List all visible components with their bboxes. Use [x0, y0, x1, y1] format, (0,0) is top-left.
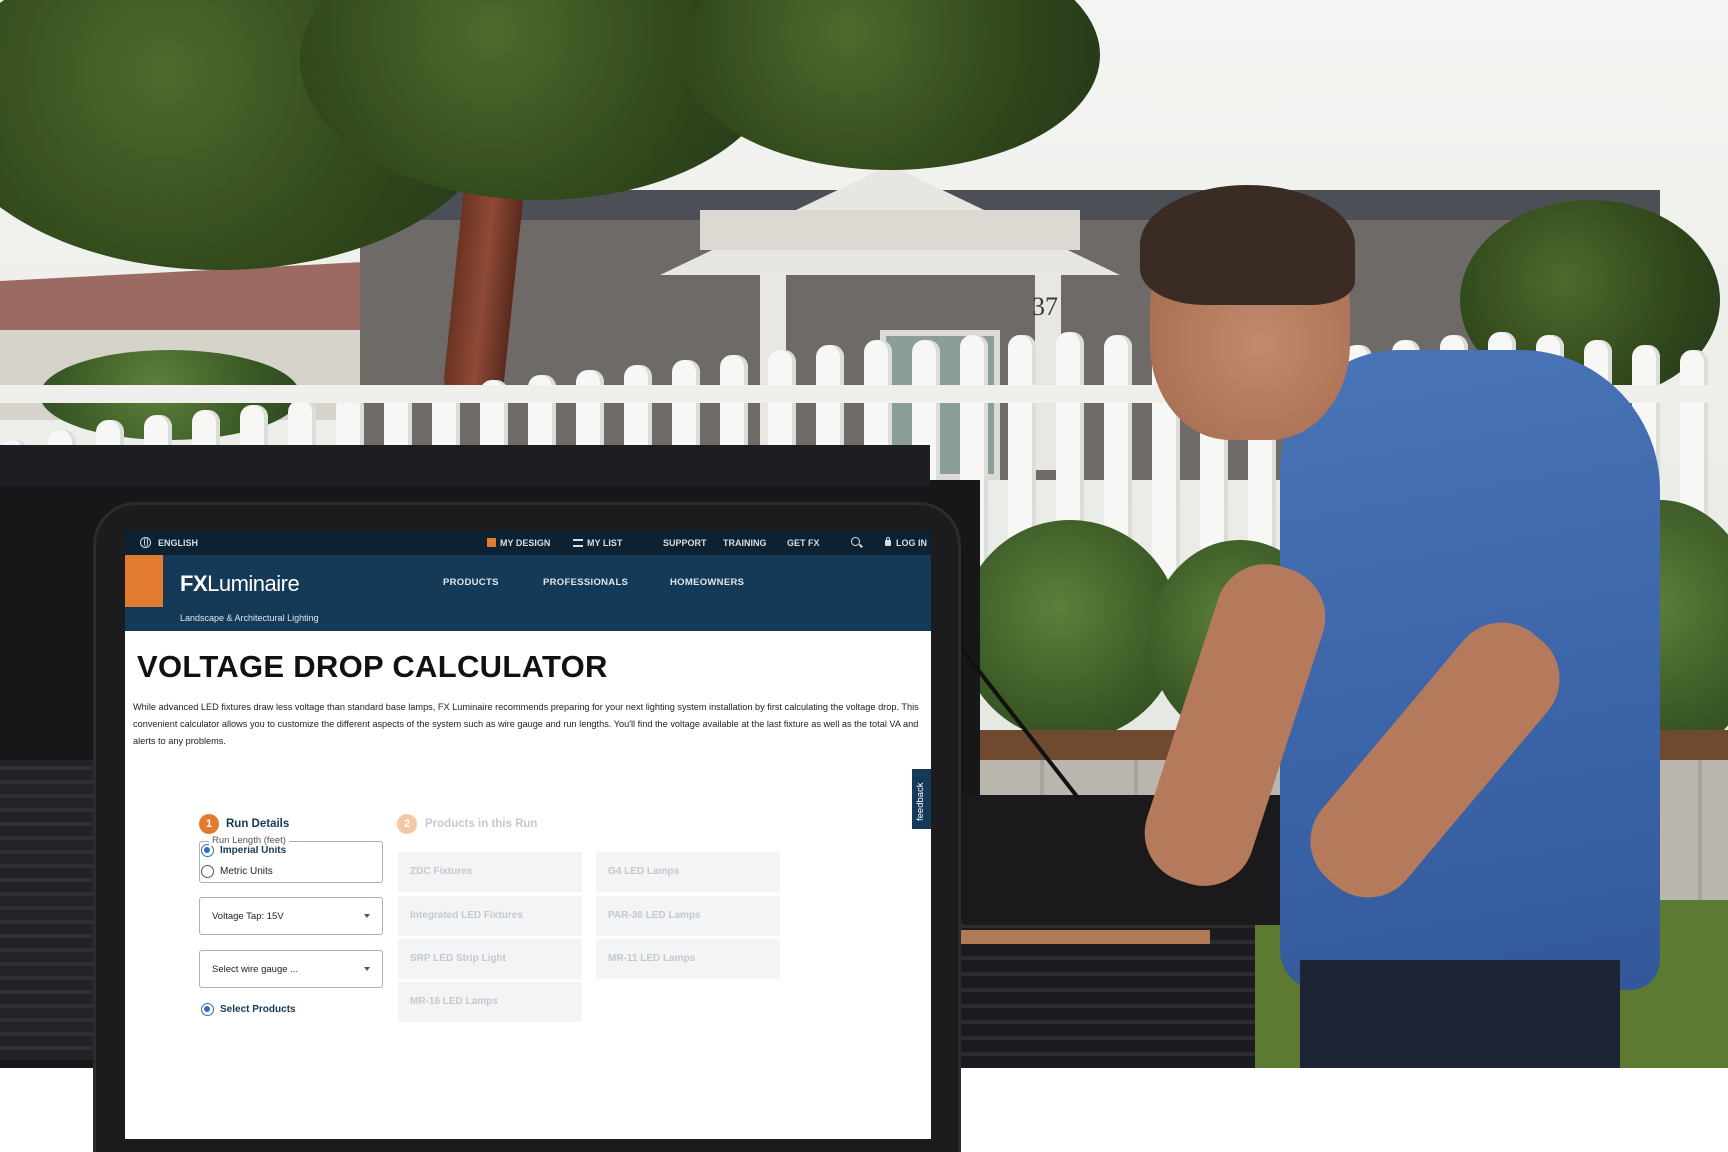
logo[interactable]: FXLuminaire	[180, 571, 300, 597]
products-title: Products in this Run	[425, 818, 538, 830]
tablet-screen: ENGLISH MY DESIGN MY LIST SUPPORT TRAINI…	[125, 531, 931, 1139]
voltage-tap-value: Voltage Tap: 15V	[212, 911, 284, 922]
product-label: ZDC Fixtures	[410, 866, 473, 877]
my-design-link[interactable]: MY DESIGN	[500, 538, 550, 548]
photo-scene: 37 ENGLISH MY DESIGN MY LIST SUPPORT TRA…	[0, 0, 1728, 1152]
select-products-radio[interactable]	[201, 1003, 214, 1016]
login-link[interactable]: LOG IN	[896, 538, 927, 548]
step-2-badge: 2	[397, 814, 417, 834]
product-integrated-led[interactable]: Integrated LED Fixtures	[398, 896, 582, 936]
logo-fx: FX	[180, 571, 208, 596]
product-g4-lamps[interactable]: G4 LED Lamps	[596, 852, 780, 892]
my-design-icon	[487, 538, 496, 547]
my-list-icon	[573, 539, 583, 547]
logo-mark	[125, 555, 163, 607]
product-par36-lamps[interactable]: PAR-36 LED Lamps	[596, 896, 780, 936]
page-title: VOLTAGE DROP CALCULATOR	[137, 649, 608, 684]
wire-gauge-value: Select wire gauge ...	[212, 964, 299, 975]
language-link[interactable]: ENGLISH	[158, 538, 198, 548]
truck-bed-rail	[0, 445, 930, 487]
support-link[interactable]: SUPPORT	[663, 538, 707, 548]
person-hair	[1140, 185, 1355, 305]
nav-professionals[interactable]: PROFESSIONALS	[543, 577, 628, 588]
tagline: Landscape & Architectural Lighting	[180, 613, 319, 623]
product-label: G4 LED Lamps	[608, 866, 680, 877]
nav-homeowners[interactable]: HOMEOWNERS	[670, 577, 744, 588]
run-details-title: Run Details	[226, 818, 290, 830]
product-mr11-lamps[interactable]: MR-11 LED Lamps	[596, 939, 780, 979]
feedback-label: feedback	[915, 782, 926, 821]
person-jeans	[1300, 960, 1620, 1068]
shrub	[960, 520, 1180, 740]
run-length-label: Run Length (feet)	[209, 835, 289, 846]
run-length-input[interactable]: Run Length (feet)	[199, 835, 383, 883]
search-icon[interactable]	[851, 537, 860, 546]
product-label: PAR-36 LED Lamps	[608, 910, 701, 921]
product-label: MR-16 LED Lamps	[410, 996, 498, 1007]
product-label: MR-11 LED Lamps	[608, 953, 696, 964]
get-fx-link[interactable]: GET FX	[787, 538, 820, 548]
porch-beam	[700, 210, 1080, 250]
product-zdc-fixtures[interactable]: ZDC Fixtures	[398, 852, 582, 892]
wood-strip	[960, 930, 1210, 944]
tablet-device: ENGLISH MY DESIGN MY LIST SUPPORT TRAINI…	[96, 505, 958, 1152]
product-label: SRP LED Strip Light	[410, 953, 506, 964]
wire-gauge-select[interactable]: Select wire gauge ...	[199, 950, 383, 988]
voltage-tap-select[interactable]: Voltage Tap: 15V	[199, 897, 383, 935]
nav-products[interactable]: PRODUCTS	[443, 577, 499, 588]
training-link[interactable]: TRAINING	[723, 538, 767, 548]
product-srp-strip[interactable]: SRP LED Strip Light	[398, 939, 582, 979]
intro-paragraph: While advanced LED fixtures draw less vo…	[133, 702, 919, 746]
step-1-badge: 1	[199, 814, 219, 834]
product-mr16-lamps[interactable]: MR-16 LED Lamps	[398, 982, 582, 1022]
product-label: Integrated LED Fixtures	[410, 910, 523, 921]
utility-bar: ENGLISH MY DESIGN MY LIST SUPPORT TRAINI…	[125, 531, 931, 555]
globe-icon	[140, 537, 151, 548]
logo-name: Luminaire	[207, 571, 300, 596]
my-list-link[interactable]: MY LIST	[587, 538, 622, 548]
chevron-down-icon	[364, 967, 370, 971]
lock-icon	[885, 537, 891, 546]
select-products-label[interactable]: Select Products	[220, 1004, 296, 1015]
house-number: 37	[1032, 292, 1058, 321]
main-navbar: FXLuminaire PRODUCTS PROFESSIONALS HOMEO…	[125, 555, 931, 631]
chevron-down-icon	[364, 914, 370, 918]
feedback-tab[interactable]: feedback	[912, 769, 931, 829]
